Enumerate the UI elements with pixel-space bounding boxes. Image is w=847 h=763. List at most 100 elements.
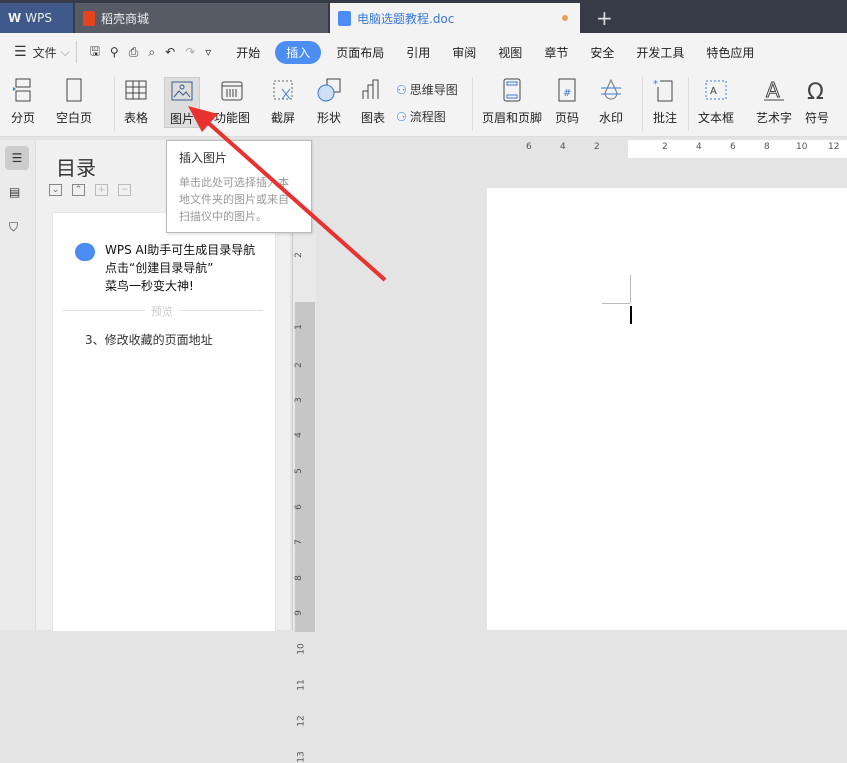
page-number-icon: # (558, 78, 576, 102)
ruler-tick-label: 3 (293, 397, 304, 403)
svg-text:*: * (653, 79, 658, 90)
ruler-tick-label: 11 (296, 679, 307, 691)
remove-icon[interactable]: − (118, 184, 131, 196)
picture-button[interactable]: 图片 (164, 77, 200, 128)
ruler-tick-label: 12 (296, 715, 307, 727)
toc-title: 目录 (56, 156, 96, 180)
document-page[interactable] (487, 188, 847, 630)
save-icon[interactable]: 🖫 (90, 42, 100, 63)
format-painter-icon[interactable]: ⚲ (110, 45, 119, 59)
tab-view[interactable]: 视图 (487, 44, 533, 61)
watermark-button[interactable]: 水印 (598, 77, 624, 126)
redo-icon[interactable]: ↷ (185, 45, 195, 59)
label: 文本框 (698, 111, 735, 125)
ruler-tick-label: 8 (764, 142, 770, 152)
toc-card: WPS AI助手可生成目录导航 点击“创建目录导航” 菜鸟一秒变大神! 预览 3… (52, 212, 276, 632)
print-preview-icon[interactable]: ⌕ (148, 45, 155, 60)
table-button[interactable]: 表格 (123, 77, 149, 126)
tab-references[interactable]: 引用 (395, 44, 441, 61)
shape-button[interactable]: 形状 (316, 77, 342, 126)
divider (114, 77, 115, 131)
symbol-button[interactable]: Ω 符号 (804, 77, 830, 126)
ruler-tick-label: 7 (293, 539, 304, 545)
ruler-tick-label: 1 (293, 324, 304, 330)
unsaved-dot-icon (562, 15, 568, 21)
ruler-tick-label: 13 (296, 751, 307, 763)
collapse-icon[interactable]: ⌄ (49, 184, 62, 196)
docer-icon (83, 10, 95, 26)
add-icon[interactable]: + (95, 184, 108, 196)
label: 截屏 (270, 111, 295, 125)
tab-insert[interactable]: 插入 (275, 40, 322, 64)
ribbon: 分页 空白页 表格 图片 功能图 截屏 形状 图表 ⚇ 思维导图 ⚆ 流程图 页眉和… (0, 71, 847, 137)
hamburger-icon[interactable]: ☰ (14, 44, 27, 60)
divider (688, 77, 689, 131)
ruler-tick-label: 10 (296, 643, 307, 655)
ruler-tick-label: 6 (730, 142, 736, 152)
wps-logo-icon: W (8, 11, 22, 25)
watermark-icon (601, 78, 621, 100)
tab-review[interactable]: 审阅 (441, 44, 487, 61)
bookmark-icon[interactable]: ⛉ (9, 220, 18, 235)
chevron-down-icon: ⌵ (60, 44, 70, 59)
tab-developer[interactable]: 开发工具 (625, 44, 695, 61)
tooltip-title: 插入图片 (179, 151, 228, 165)
preview-label: 预览 (145, 303, 179, 319)
ai-hint-line: 菜鸟一秒变大神! (105, 279, 194, 293)
tab-home[interactable]: 开始 (225, 44, 271, 61)
tab-document[interactable]: 电脑选题教程.doc (330, 3, 580, 33)
tab-section[interactable]: 章节 (533, 44, 579, 61)
tab-page-layout[interactable]: 页面布局 (325, 44, 395, 61)
svg-text:#: # (563, 88, 571, 99)
ai-assistant-icon (75, 243, 95, 261)
ruler-tick-label: 2 (662, 142, 668, 152)
tab-wps[interactable]: W WPS (0, 3, 73, 33)
blank-page-button[interactable]: 空白页 (56, 77, 92, 126)
tab-bar: W WPS 稻壳商城 电脑选题教程.doc + (0, 0, 847, 33)
label: 水印 (598, 111, 623, 125)
function-chart-button[interactable]: 功能图 (214, 77, 250, 126)
page-number-button[interactable]: # 页码 (554, 77, 580, 126)
wordart-button[interactable]: A 艺术字 (756, 77, 792, 126)
tab-label: WPS (25, 11, 52, 25)
comment-button[interactable]: * 批注 (652, 77, 678, 126)
svg-text:Ω: Ω (807, 80, 824, 103)
divider (642, 77, 643, 131)
label: 分页 (10, 111, 35, 125)
flowchart-button[interactable]: ⚆ 流程图 (396, 108, 446, 125)
horizontal-ruler: 6 4 2 2 4 6 8 10 12 (316, 140, 847, 158)
tooltip: 插入图片 单击此处可选择插入本地文件夹的图片或来自扫描仪中的图片。 (166, 140, 312, 233)
page-break-button[interactable]: 分页 (10, 77, 36, 126)
print-icon[interactable]: ⎙ (129, 45, 139, 60)
chart-icon (362, 79, 379, 99)
blank-page-icon (66, 78, 82, 102)
toc-item[interactable]: 3、修改收藏的页面地址 (85, 331, 213, 348)
label: 思维导图 (409, 83, 458, 97)
tab-special[interactable]: 特色应用 (695, 44, 765, 61)
ruler-tick-label: 2 (293, 252, 304, 258)
new-tab-button[interactable]: + (588, 3, 616, 33)
screenshot-button[interactable]: 截屏 (270, 77, 296, 126)
toc-list-icon[interactable]: ☰ (5, 146, 29, 170)
label: 符号 (804, 111, 829, 125)
expand-icon[interactable]: ⌃ (72, 184, 85, 196)
undo-icon[interactable]: ↶ (165, 45, 175, 59)
customize-icon[interactable]: ▿ (205, 45, 211, 59)
label: 流程图 (409, 110, 446, 124)
ruler-tick-label: 5 (293, 468, 304, 474)
tab-docer[interactable]: 稻壳商城 (75, 3, 328, 33)
tab-security[interactable]: 安全 (579, 44, 625, 61)
textbox-button[interactable]: A 文本框 (698, 77, 734, 126)
mind-map-button[interactable]: ⚇ 思维导图 (396, 81, 458, 98)
function-chart-icon (221, 81, 243, 101)
wordart-icon: A (764, 78, 784, 103)
label: 空白页 (56, 111, 93, 125)
text-cursor (630, 306, 632, 324)
label: 图片 (169, 112, 194, 126)
chart-button[interactable]: 图表 (360, 77, 386, 126)
file-menu[interactable]: 文件 (33, 44, 57, 61)
picture-icon (171, 81, 193, 101)
outline-icon[interactable]: ▤ (9, 185, 20, 199)
omega-icon: Ω (807, 80, 824, 103)
header-footer-button[interactable]: 页眉和页脚 (482, 77, 542, 126)
